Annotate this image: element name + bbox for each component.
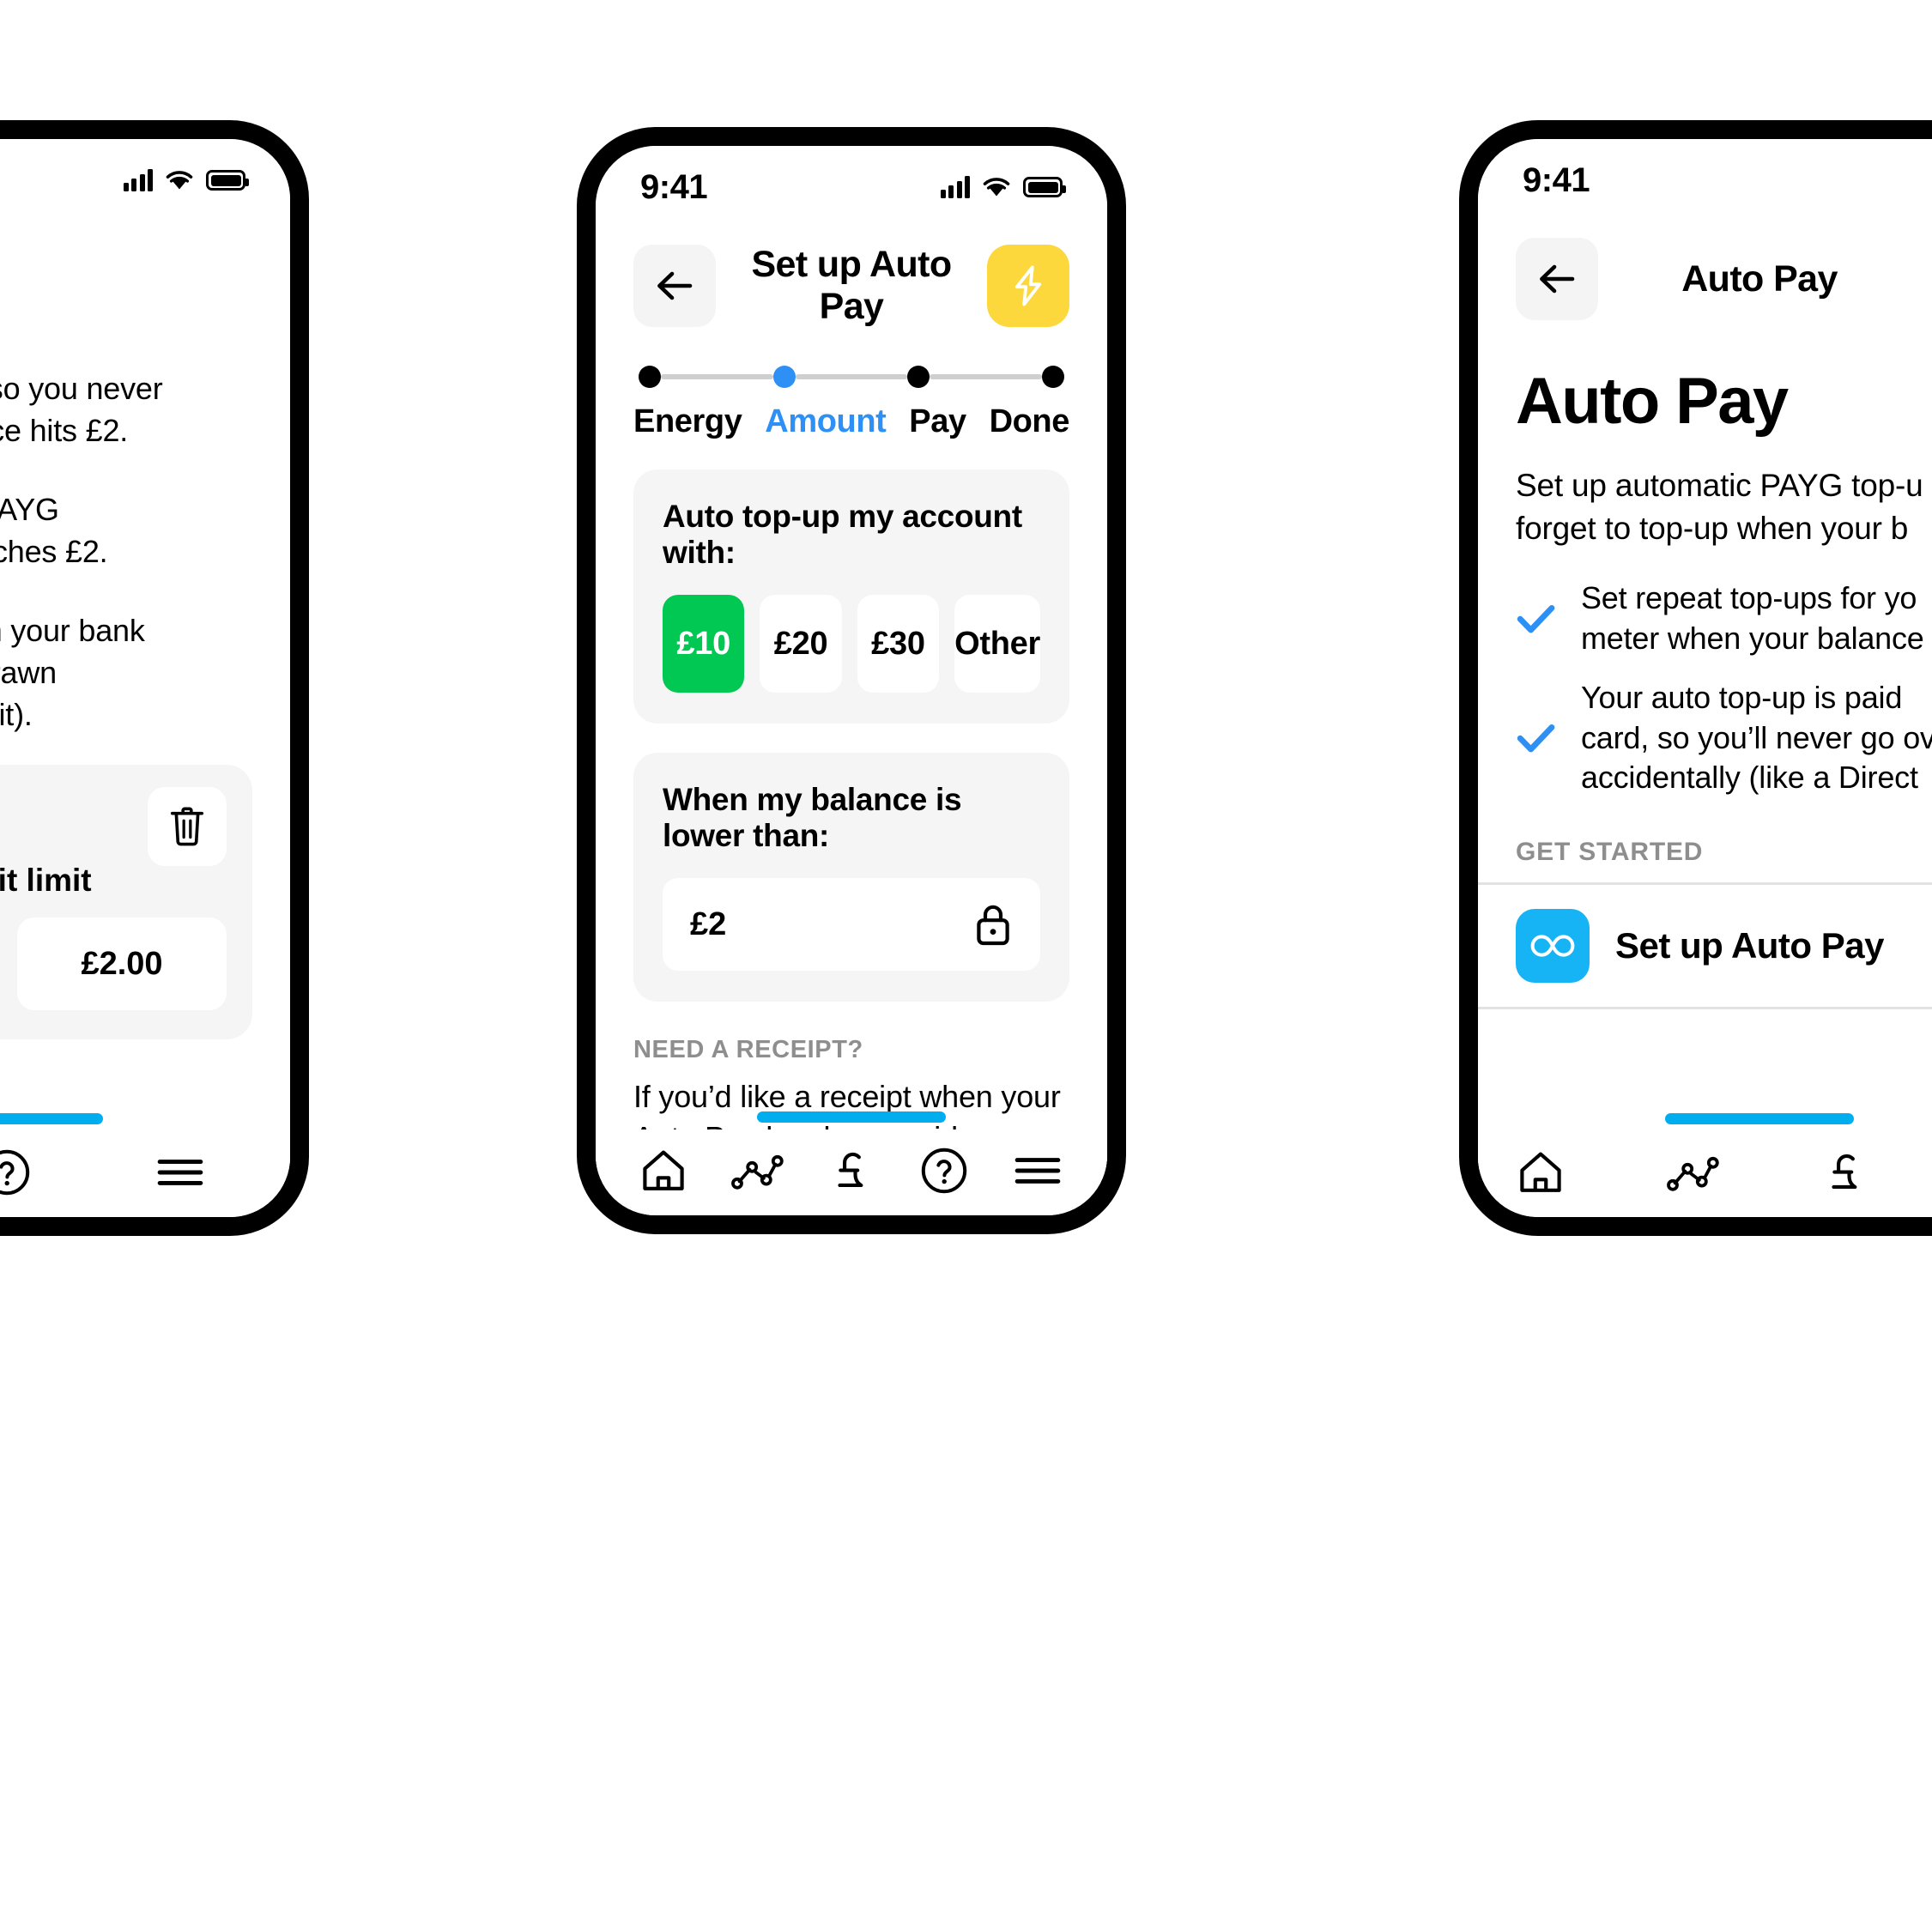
center-tab-bar (596, 1130, 1107, 1215)
balance-threshold-value: £2 (690, 905, 727, 942)
left-credit-limit-card: Credit limit £2.00 (0, 765, 252, 1040)
stepper-labels: Energy Amount Pay Done (633, 403, 1069, 440)
left-status-icons (123, 169, 249, 191)
wifi-icon (166, 171, 193, 190)
left-status-bar (0, 139, 290, 221)
usage-graph-icon[interactable] (1667, 1154, 1720, 1196)
step-node-energy[interactable] (639, 366, 661, 388)
left-screen: Auto Pay c PAYG top-ups so you never whe… (0, 139, 290, 1217)
right-screen: 9:41 Auto Pay Auto Pay Set up automatic … (1478, 139, 1932, 1217)
right-home-indicator (1665, 1113, 1854, 1124)
right-status-bar: 9:41 (1478, 139, 1932, 221)
wifi-icon (983, 178, 1010, 197)
home-icon[interactable] (1517, 1150, 1564, 1199)
menu-icon[interactable] (155, 1154, 205, 1195)
battery-icon (1023, 177, 1066, 197)
infinity-icon (1530, 935, 1575, 957)
help-icon[interactable] (0, 1148, 31, 1201)
step-label-done[interactable]: Done (990, 403, 1070, 440)
pound-icon[interactable] (829, 1146, 875, 1200)
benefit-text: Set repeat top-ups for yo meter when you… (1581, 580, 1924, 656)
home-icon[interactable] (640, 1148, 687, 1197)
check-icon (1517, 724, 1555, 753)
receipt-eyebrow: NEED A RECEIPT? (633, 1036, 863, 1063)
step-node-pay[interactable] (907, 366, 930, 388)
left-page-title: Auto Pay (0, 221, 290, 286)
left-bullet-1: op-ups for your PAYG your balance reache… (0, 492, 108, 569)
cellular-bars-icon (123, 169, 153, 191)
back-button[interactable] (633, 245, 716, 327)
usage-graph-icon[interactable] (731, 1152, 784, 1194)
set-up-auto-pay-label: Set up Auto Pay (1615, 925, 1884, 966)
right-benefits-list: Set repeat top-ups for yo meter when you… (1478, 549, 1932, 798)
topup-amount-title: Auto top-up my account with: (663, 499, 1022, 570)
topup-amount-options: £10 £20 £30 Other (663, 595, 1040, 693)
menu-icon[interactable] (1013, 1153, 1063, 1193)
cellular-bars-icon (940, 176, 970, 198)
delete-button[interactable] (148, 787, 227, 867)
phone-left: Auto Pay c PAYG top-ups so you never whe… (0, 120, 309, 1236)
balance-threshold-card: When my balance is lower than: £2 (633, 753, 1069, 1002)
step-node-amount[interactable] (772, 366, 796, 388)
step-label-pay[interactable]: Pay (909, 403, 966, 440)
left-card-fields: £2.00 (0, 918, 227, 1011)
benefit-item: Set repeat top-ups for yo meter when you… (1516, 578, 1932, 659)
center-status-bar: 9:41 (596, 146, 1107, 228)
step-node-done[interactable] (1042, 366, 1065, 388)
back-arrow-icon (1540, 264, 1575, 294)
lightning-action-button[interactable] (987, 245, 1069, 327)
lightning-bolt-icon (1014, 265, 1042, 306)
get-started-eyebrow: GET STARTED (1516, 838, 1704, 867)
help-icon[interactable] (920, 1147, 968, 1199)
pound-icon[interactable] (1823, 1148, 1869, 1202)
check-icon (1517, 604, 1555, 633)
set-up-auto-pay-row[interactable]: Set up Auto Pay (1478, 885, 1932, 1007)
amount-option-30[interactable]: £30 (857, 595, 940, 693)
balance-threshold-field[interactable]: £2 (663, 878, 1040, 971)
step-line-3 (930, 374, 1043, 379)
right-status-time: 9:41 (1523, 160, 1590, 199)
center-status-icons (940, 176, 1066, 198)
topup-amount-card: Auto top-up my account with: £10 £20 £30… (633, 469, 1069, 724)
battery-icon (206, 170, 249, 191)
right-nav-title: Auto Pay (1681, 257, 1838, 300)
trash-icon (170, 807, 204, 846)
center-nav-title: Set up Auto Pay (751, 244, 952, 327)
left-card-label: Credit limit (0, 863, 92, 899)
center-screen: 9:41 Set up Auto Pay Energy Amount Pay D… (596, 146, 1107, 1215)
right-page-title: Auto Pay (1516, 365, 1789, 438)
back-arrow-icon (657, 271, 693, 300)
phone-right: 9:41 Auto Pay Auto Pay Set up automatic … (1459, 120, 1932, 1236)
divider-bottom (1478, 1007, 1932, 1010)
back-button[interactable] (1516, 238, 1598, 320)
amount-option-10[interactable]: £10 (663, 595, 745, 693)
step-label-amount[interactable]: Amount (765, 403, 887, 440)
left-bullet-2: op-up is paid with your bank ll never go… (0, 613, 145, 732)
setup-stepper: Energy Amount Pay Done (596, 331, 1107, 440)
phone-center: 9:41 Set up Auto Pay Energy Amount Pay D… (577, 127, 1126, 1234)
benefit-item: Your auto top-up is paid card, so you’ll… (1516, 678, 1932, 798)
left-tab-bar (0, 1131, 290, 1217)
step-line-1 (661, 374, 773, 379)
stepper-track (633, 366, 1069, 388)
right-nav-bar: Auto Pay (1478, 221, 1932, 324)
left-paragraph-1: c PAYG top-ups so you never when your ba… (0, 371, 163, 448)
benefit-text: Your auto top-up is paid card, so you’ll… (1581, 679, 1932, 796)
lock-icon (977, 905, 1009, 946)
step-line-2 (795, 374, 908, 379)
left-card-field-b[interactable]: £2.00 (17, 918, 227, 1011)
balance-threshold-title: When my balance is lower than: (663, 782, 962, 853)
center-home-indicator (757, 1111, 946, 1123)
infinity-icon-tile (1516, 909, 1590, 984)
step-label-energy[interactable]: Energy (633, 403, 742, 440)
screenshot-canvas: Auto Pay c PAYG top-ups so you never whe… (0, 0, 1932, 1932)
center-status-time: 9:41 (640, 167, 708, 206)
right-tab-bar (1478, 1131, 1932, 1217)
center-nav-bar: Set up Auto Pay (596, 228, 1107, 331)
right-intro-text: Set up automatic PAYG top-u forget to to… (1516, 468, 1923, 546)
amount-option-other[interactable]: Other (954, 595, 1040, 693)
left-home-indicator (0, 1113, 103, 1124)
amount-option-20[interactable]: £20 (760, 595, 842, 693)
